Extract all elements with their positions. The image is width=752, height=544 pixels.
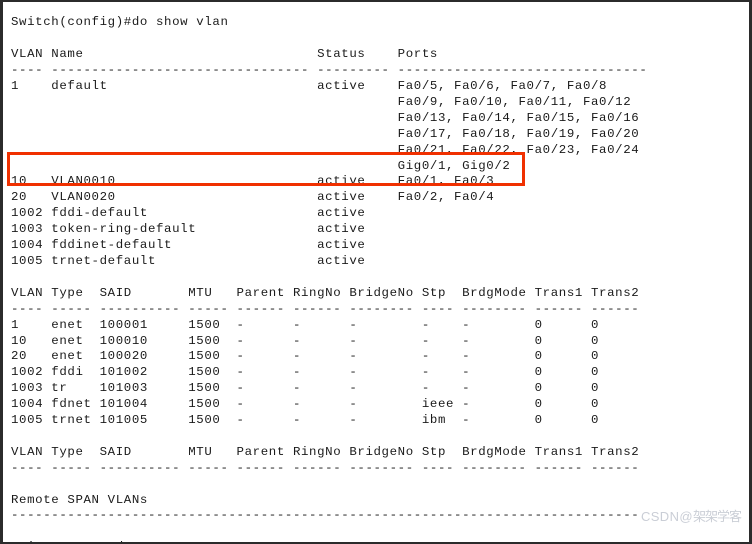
watermark-separator: @ [679,509,693,524]
watermark-prefix: CSDN [640,509,680,524]
csdn-watermark: CSDN@架架学客 [640,506,742,525]
watermark-author: 架架学客 [692,509,742,524]
terminal-window[interactable]: Switch(config)#do show vlan VLAN Name St… [0,0,752,544]
console-output-text: Switch(config)#do show vlan VLAN Name St… [11,15,648,542]
